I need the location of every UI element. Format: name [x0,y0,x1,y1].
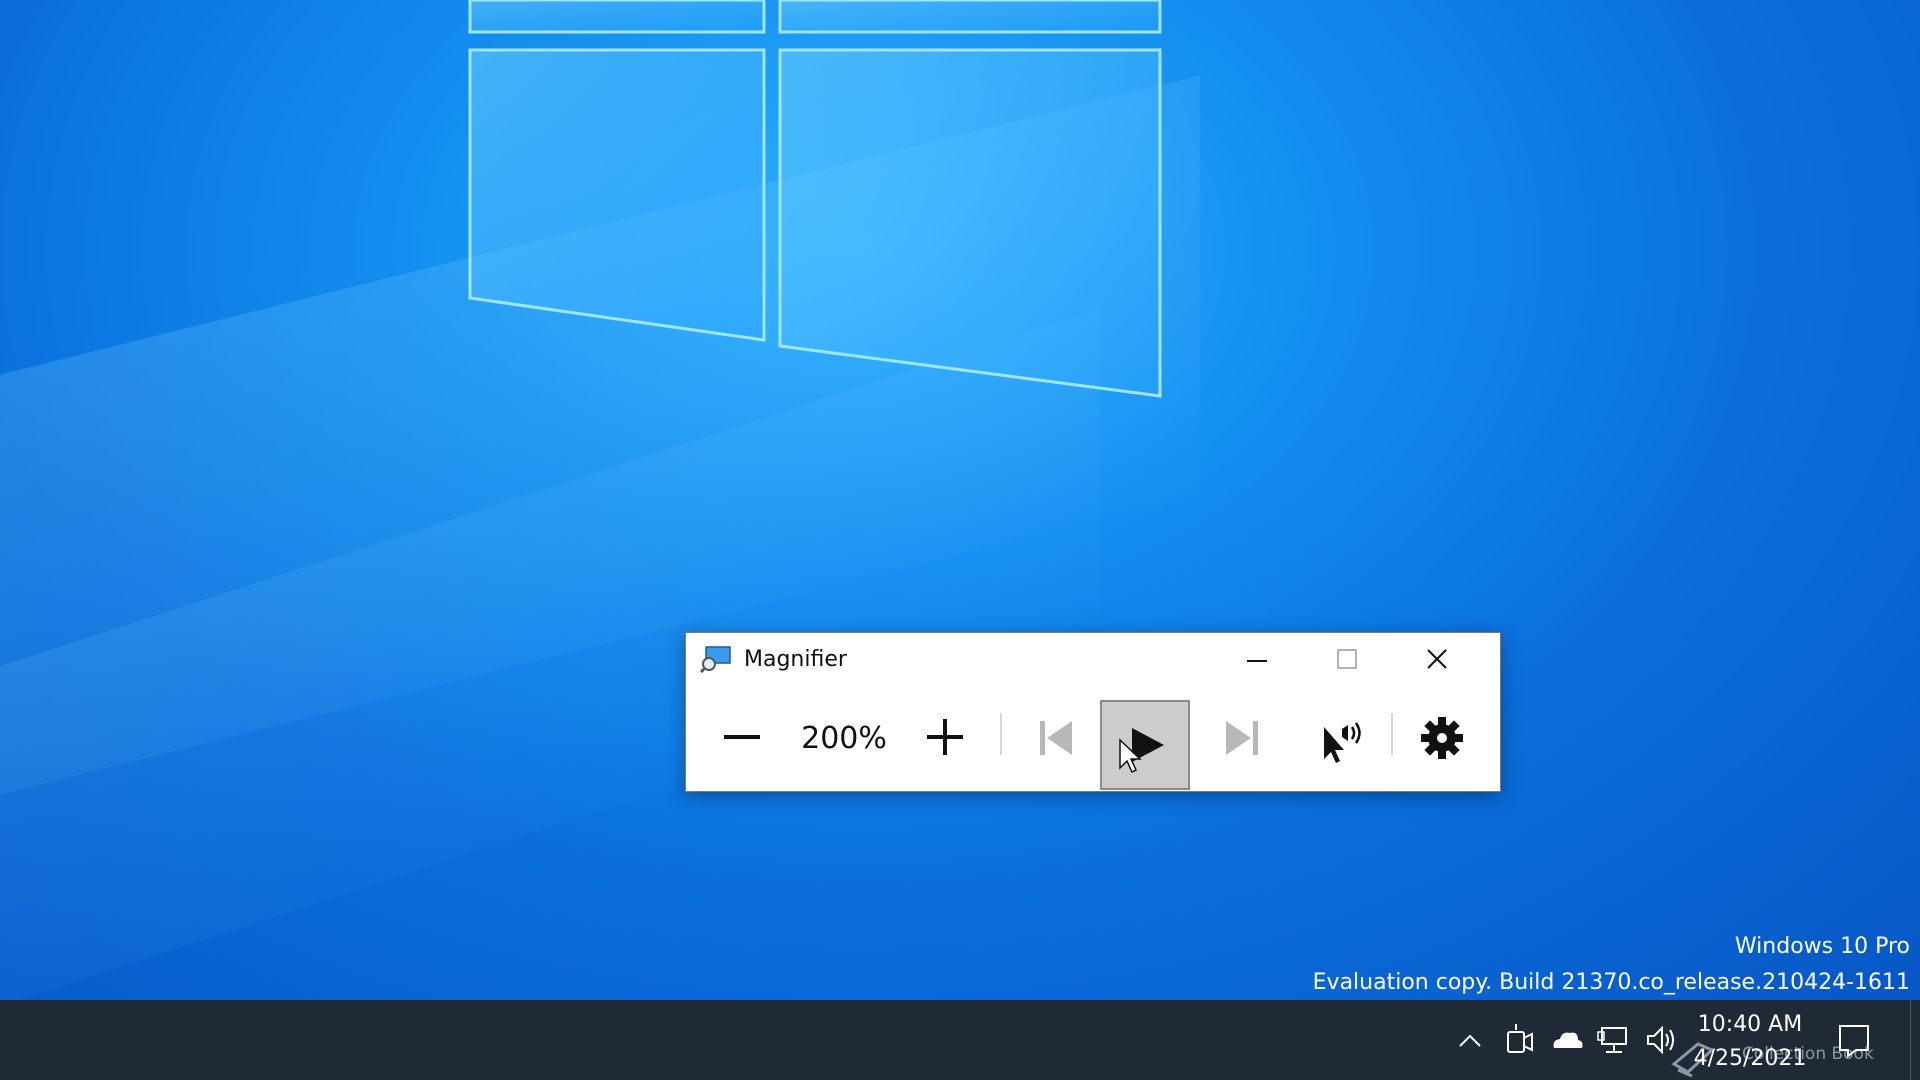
meet-now-icon [1507,1024,1533,1053]
magnifier-window: Magnifier 200% [685,632,1501,792]
play-button[interactable] [1100,700,1190,790]
notification-icon [1839,1025,1869,1058]
os-edition-watermark: Windows 10 Pro [1734,934,1910,959]
minimize-button[interactable] [1212,633,1302,683]
settings-icon [1421,717,1463,759]
window-title: Magnifier [744,647,847,672]
taskbar: Collection Book 10:40 AM 4/25/2021 [0,1000,1920,1080]
previous-paragraph-icon [1040,721,1072,755]
build-watermark: Evaluation copy. Build 21370.co_release.… [1312,970,1910,995]
clock[interactable]: 10:40 AM 4/25/2021 [1680,1008,1820,1076]
meet-now-button[interactable] [1500,1000,1540,1080]
zoom-out-icon [724,735,760,739]
read-from-here-button[interactable] [1298,691,1378,787]
close-icon [1427,649,1447,669]
network-button[interactable] [1594,1000,1634,1080]
toolbar-divider [1391,713,1393,755]
read-from-here-icon [1324,722,1361,763]
zoom-out-button[interactable] [706,691,776,787]
close-button[interactable] [1392,633,1482,683]
settings-button[interactable] [1402,691,1482,787]
next-paragraph-icon [1226,721,1258,755]
play-icon [1119,728,1164,774]
title-bar[interactable]: Magnifier [686,633,1500,683]
onedrive-button[interactable] [1546,1000,1586,1080]
chevron-up-icon [1459,1034,1481,1047]
next-paragraph-button[interactable] [1202,691,1282,787]
magnifier-toolbar: 200% [686,691,1500,790]
clock-time: 10:40 AM [1697,1012,1803,1037]
show-desktop-button[interactable] [1910,1000,1920,1080]
network-icon [1597,1027,1627,1053]
maximize-icon [1337,649,1357,669]
toolbar-divider [1000,713,1002,755]
zoom-level: 200% [801,721,887,756]
desktop-wallpaper: Windows 10 Pro Evaluation copy. Build 21… [0,0,1920,1000]
windows-logo [468,0,1162,398]
zoom-in-icon [927,719,963,755]
zoom-in-button[interactable] [910,691,980,787]
onedrive-cloud-icon [1553,1032,1583,1048]
clock-date: 4/25/2021 [1693,1046,1807,1071]
magnifier-app-icon [699,645,732,674]
show-hidden-icons-button[interactable] [1450,1000,1490,1080]
maximize-button[interactable] [1302,633,1392,683]
minimize-icon [1247,660,1267,662]
action-center-button[interactable] [1834,1000,1874,1080]
previous-paragraph-button[interactable] [1016,691,1096,787]
